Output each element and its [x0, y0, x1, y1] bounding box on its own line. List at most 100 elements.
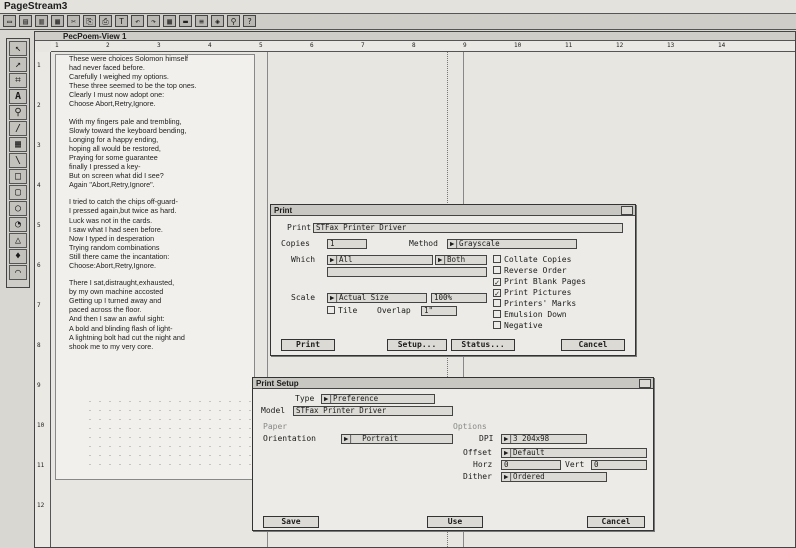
ruler-tick-label: 5 — [259, 42, 263, 49]
ruler-tick-label: 1 — [37, 62, 41, 69]
polygon-tool-icon[interactable]: △ — [9, 233, 27, 248]
horizontal-ruler[interactable]: 1 2 3 4 5 6 7 8 9 10 11 12 13 14 — [51, 41, 795, 52]
rounded-rect-tool-icon[interactable]: ▢ — [9, 185, 27, 200]
checkbox-box[interactable] — [493, 255, 501, 263]
setup-cancel-button[interactable]: Cancel — [587, 516, 645, 528]
save-button[interactable]: Save — [263, 516, 319, 528]
use-button[interactable]: Use — [427, 516, 483, 528]
cancel-button[interactable]: Cancel — [561, 339, 625, 351]
ruler-icon[interactable]: ▬ — [179, 15, 192, 27]
copy-icon[interactable]: ⎘ — [83, 15, 96, 27]
eyedropper-tool-icon[interactable]: / — [9, 121, 27, 136]
option-checkbox[interactable]: Emulsion Down — [493, 310, 567, 320]
poem-line: hoping all would be restored, — [69, 143, 161, 153]
which-select[interactable]: ▶|All — [327, 255, 433, 265]
horz-input[interactable]: 0 — [501, 460, 561, 470]
open-icon[interactable]: ▤ — [19, 15, 32, 27]
redo-icon[interactable]: ↷ — [147, 15, 160, 27]
print-button[interactable]: Print — [281, 339, 335, 351]
printer-driver-field[interactable]: STFax Printer Driver — [313, 223, 623, 233]
copies-label: Copies — [281, 239, 310, 248]
which-label: Which — [291, 255, 316, 264]
dpi-label: DPI — [479, 434, 494, 443]
option-checkbox[interactable]: Negative — [493, 321, 543, 331]
option-checkbox[interactable]: Collate Copies — [493, 255, 571, 265]
type-select[interactable]: ▶|Preference — [321, 394, 435, 404]
pen-tool-icon[interactable]: ♦ — [9, 249, 27, 264]
dialog-close-icon[interactable] — [621, 206, 633, 215]
poem-line: A lightning bolt had cut the night and — [69, 332, 185, 342]
text-icon[interactable]: T — [115, 15, 128, 27]
offset-select[interactable]: ▶|Default — [501, 448, 647, 458]
print-label: Print — [287, 223, 312, 232]
tile-checkbox-box[interactable] — [327, 306, 335, 314]
reshape-tool-icon[interactable]: ↗ — [9, 57, 27, 72]
copies-input[interactable]: 1 — [327, 239, 367, 249]
align-icon[interactable]: ≡ — [195, 15, 208, 27]
option-checkbox[interactable]: Reverse Order — [493, 266, 567, 276]
setup-button[interactable]: Setup... — [387, 339, 447, 351]
option-checkbox[interactable]: ✓ Print Blank Pages — [493, 277, 586, 287]
page-range-input[interactable] — [327, 267, 487, 277]
ruler-tick-label: 4 — [37, 182, 41, 189]
pointer-tool-icon[interactable]: ↖ — [9, 41, 27, 56]
option-checkbox[interactable]: Printers' Marks — [493, 299, 576, 309]
checkbox-box[interactable] — [493, 299, 501, 307]
scale-select[interactable]: ▶|Actual Size — [327, 293, 427, 303]
ruler-tick-label: 8 — [37, 342, 41, 349]
ellipse-tool-icon[interactable]: ○ — [9, 201, 27, 216]
status-button[interactable]: Status... — [451, 339, 515, 351]
crop-tool-icon[interactable]: ⌗ — [9, 73, 27, 88]
tile-checkbox[interactable]: Tile — [327, 306, 357, 316]
paste-icon[interactable]: ⎙ — [99, 15, 112, 27]
document-title: PecPoem-View 1 — [63, 32, 127, 41]
new-icon[interactable]: ▭ — [3, 15, 16, 27]
main-toolbar: ▭ ▤ ▥ ▦ ✂ ⎘ ⎙ T ↶ ↷ ▦ ▬ ≡ ◈ ⚲? — [0, 14, 796, 30]
scale-percent-input[interactable]: 100% — [431, 293, 487, 303]
cut-icon[interactable]: ✂ — [67, 15, 80, 27]
poem-line: by my own machine accosted — [69, 287, 164, 297]
checkbox-box[interactable] — [493, 321, 501, 329]
poem-text-frame[interactable]: These were choices Solomon himself had ne… — [69, 54, 259, 351]
option-label: Reverse Order — [504, 266, 567, 275]
help-icon[interactable]: ? — [243, 15, 256, 27]
checkmark-icon[interactable]: ✓ — [493, 278, 501, 287]
checkbox-box[interactable] — [493, 266, 501, 274]
option-checkbox[interactable]: ✓ Print Pictures — [493, 288, 571, 298]
poem-line: finally I pressed a key- — [69, 162, 141, 172]
zoom-icon[interactable]: ⚲ — [227, 15, 240, 27]
setup-dialog-title-bar: Print Setup — [253, 378, 653, 389]
arc-tool-icon[interactable]: ◔ — [9, 217, 27, 232]
text-tool-icon[interactable]: A — [9, 89, 27, 104]
print-icon[interactable]: ▦ — [51, 15, 64, 27]
grid-tool-icon[interactable]: ▦ — [9, 137, 27, 152]
dpi-select[interactable]: ▶|3 204x98 — [501, 434, 587, 444]
overlap-input[interactable]: 1" — [421, 306, 457, 316]
orientation-select[interactable]: ▶| Portrait — [341, 434, 453, 444]
zoom-tool-icon[interactable]: ⚲ — [9, 105, 27, 120]
orientation-value: Portrait — [362, 434, 399, 443]
rectangle-tool-icon[interactable]: □ — [9, 169, 27, 184]
undo-icon[interactable]: ↶ — [131, 15, 144, 27]
poem-line: Choose:Abort,Retry,Ignore. — [69, 260, 156, 270]
tool-palette: ↖ ↗ ⌗ A ⚲ / ▦ \ □ ▢ ○ ◔ △ ♦ ⌒ — [6, 38, 30, 288]
sides-select[interactable]: ▶|Both — [435, 255, 487, 265]
save-icon[interactable]: ▥ — [35, 15, 48, 27]
dither-select[interactable]: ▶|Ordered — [501, 472, 607, 482]
vertical-ruler[interactable]: 1 2 3 4 5 6 7 8 9 10 11 12 — [35, 52, 51, 547]
line-tool-icon[interactable]: \ — [9, 153, 27, 168]
paper-group-label: Paper — [263, 422, 288, 431]
ruler-tick-label: 6 — [37, 262, 41, 269]
model-field[interactable]: STFax Printer Driver — [293, 406, 453, 416]
ruler-tick-label: 2 — [106, 42, 110, 49]
method-select[interactable]: ▶|Grayscale — [447, 239, 577, 249]
poem-line: Luck was not in the cards. — [69, 215, 153, 225]
layer-icon[interactable]: ◈ — [211, 15, 224, 27]
vert-input[interactable]: 0 — [591, 460, 647, 470]
checkmark-icon[interactable]: ✓ — [493, 289, 501, 298]
bezier-tool-icon[interactable]: ⌒ — [9, 265, 27, 280]
stanza-gap — [69, 109, 259, 117]
setup-close-icon[interactable] — [639, 379, 651, 388]
grid-icon[interactable]: ▦ — [163, 15, 176, 27]
checkbox-box[interactable] — [493, 310, 501, 318]
